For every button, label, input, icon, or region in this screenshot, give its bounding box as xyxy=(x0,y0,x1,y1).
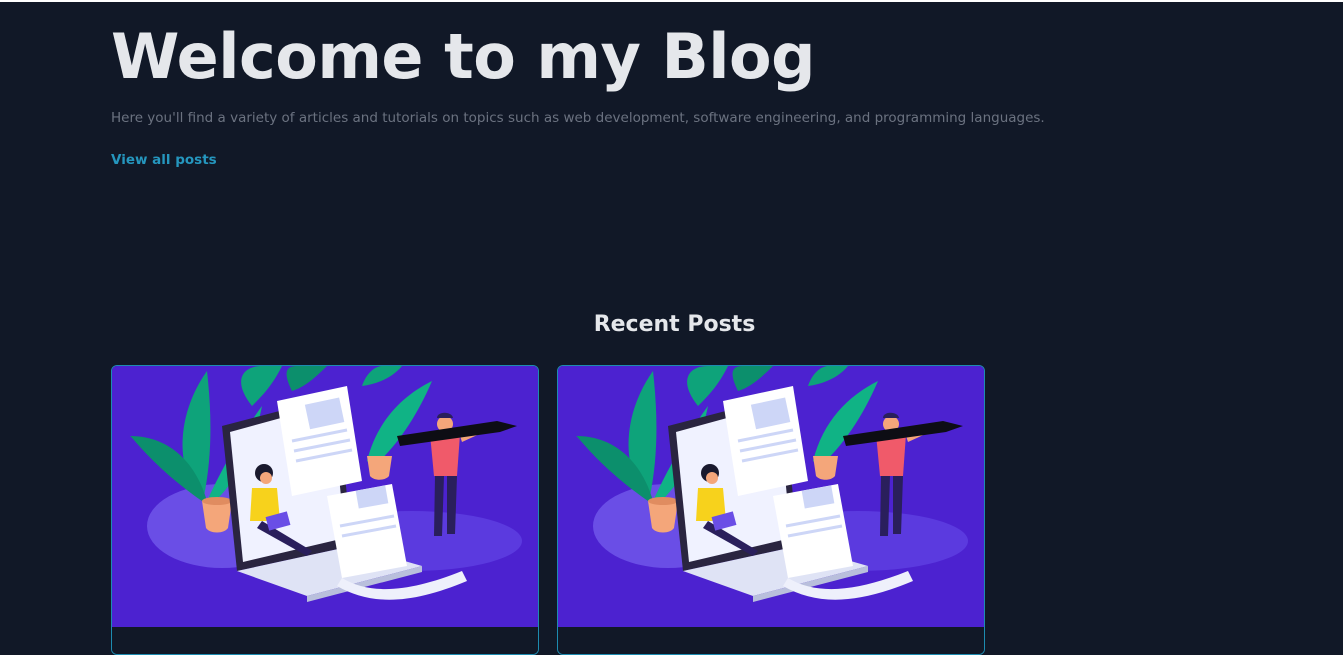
blog-writing-illustration-icon xyxy=(558,366,984,627)
hero-subtitle: Here you'll find a variety of articles a… xyxy=(111,110,1045,126)
post-card[interactable] xyxy=(557,365,985,655)
blog-writing-illustration-icon xyxy=(112,366,538,627)
post-card-body xyxy=(558,627,984,654)
page-title: Welcome to my Blog xyxy=(111,20,815,93)
post-card[interactable] xyxy=(111,365,539,655)
recent-posts-heading: Recent Posts xyxy=(593,312,756,337)
post-card-body xyxy=(112,627,538,654)
top-border xyxy=(0,0,1343,2)
view-all-posts-link[interactable]: View all posts xyxy=(111,152,217,168)
hero-section: Welcome to my Blog Here you'll find a va… xyxy=(111,18,1211,168)
